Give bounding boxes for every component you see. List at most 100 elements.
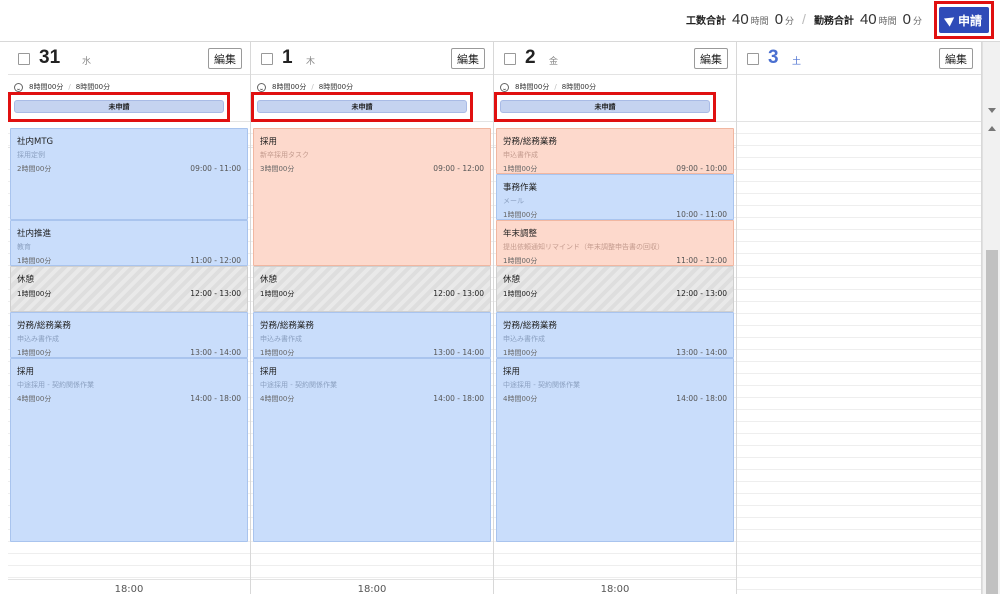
hours-unit: 時間 [878, 16, 897, 26]
status-badge[interactable]: 未申請 [14, 100, 224, 113]
event-title: 社内推進 [17, 229, 52, 239]
event-subtitle: メール [503, 197, 524, 205]
calendar-event[interactable]: 労務/総務業務 申込書作成 1時間00分 09:00 - 10:00 [496, 128, 734, 174]
day-checkbox[interactable] [261, 53, 273, 65]
event-subtitle: 申込み書作成 [17, 335, 59, 343]
day-of-week: 金 [549, 57, 559, 67]
day-times: 8時間00分 / 8時間00分 [14, 82, 110, 92]
day-header: 31 水 編集 [8, 42, 250, 75]
attend-total-minutes: 0 [902, 11, 911, 28]
day-column: 31 水 編集 8時間00分 / 8時間00分 未申請 09:00 18:00 … [8, 42, 251, 594]
smile-icon [14, 82, 23, 92]
vertical-scrollbar[interactable] [982, 42, 1000, 594]
day-summary [737, 76, 981, 122]
day-header: 1 木 編集 [251, 42, 493, 75]
event-subtitle: 申込書作成 [503, 151, 538, 159]
status-badge[interactable]: 未申請 [500, 100, 710, 113]
calendar-event[interactable]: 労務/総務業務 申込み書作成 1時間00分 13:00 - 14:00 [10, 312, 248, 358]
calendar-event[interactable]: 採用 中途採用 - 契約関係作業 4時間00分 14:00 - 18:00 [253, 358, 491, 542]
event-title: 社内MTG [17, 137, 54, 147]
calendar-event[interactable]: 年末調整 提出依頼通知リマインド（年末調整申告書の回収） 1時間00分 11:0… [496, 220, 734, 266]
hour-label: 18:00 [494, 584, 736, 594]
scrollbar-thumb[interactable] [986, 250, 998, 594]
event-title: 労務/総務業務 [17, 321, 71, 331]
event-title: 労務/総務業務 [260, 321, 314, 331]
event-title: 年末調整 [503, 229, 538, 239]
event-time-range: 14:00 - 18:00 [190, 394, 241, 403]
hour-label: 18:00 [251, 584, 493, 594]
event-duration: 1時間00分 [503, 211, 538, 219]
event-time-range: 13:00 - 14:00 [433, 348, 484, 357]
calendar-event[interactable]: 労務/総務業務 申込み書作成 1時間00分 13:00 - 14:00 [253, 312, 491, 358]
day-times: 8時間00分 / 8時間00分 [500, 82, 596, 92]
apply-button[interactable]: 申請 [939, 7, 989, 33]
time-grid[interactable] [737, 122, 981, 594]
calendar-event[interactable]: 採用 中途採用 - 契約関係作業 4時間00分 14:00 - 18:00 [10, 358, 248, 542]
day-checkbox[interactable] [504, 53, 516, 65]
smile-icon [257, 82, 266, 92]
event-duration: 1時間00分 [503, 349, 538, 357]
day-number: 2 [525, 47, 536, 68]
event-time-range: 13:00 - 14:00 [676, 348, 727, 357]
calendar-event[interactable]: 労務/総務業務 申込み書作成 1時間00分 13:00 - 14:00 [496, 312, 734, 358]
calendar-event[interactable]: 採用 中途採用 - 契約関係作業 4時間00分 14:00 - 18:00 [496, 358, 734, 542]
event-duration: 4時間00分 [503, 395, 538, 403]
scroll-up-icon[interactable] [988, 126, 996, 131]
break-event[interactable]: 休憩 1時間00分 12:00 - 13:00 [496, 266, 734, 312]
calendar-event[interactable]: 採用 新卒採用タスク 3時間00分 09:00 - 12:00 [253, 128, 491, 266]
apply-button-label: 申請 [957, 13, 982, 28]
edit-button[interactable]: 編集 [451, 48, 485, 69]
scroll-down-icon[interactable] [988, 108, 996, 113]
day-summary: 8時間00分 / 8時間00分 未申請 [251, 76, 493, 122]
event-duration: 1時間00分 [260, 349, 295, 357]
event-duration: 1時間00分 [17, 349, 52, 357]
event-title: 労務/総務業務 [503, 137, 557, 147]
times-separator: / [311, 83, 314, 91]
event-duration: 4時間00分 [260, 395, 295, 403]
event-time-range: 10:00 - 11:00 [676, 210, 727, 219]
day-of-week: 水 [82, 57, 92, 67]
edit-button[interactable]: 編集 [694, 48, 728, 69]
event-title: 休憩 [17, 275, 35, 285]
calendar-event[interactable]: 事務作業 メール 1時間00分 10:00 - 11:00 [496, 174, 734, 220]
status-highlight: 未申請 [8, 92, 230, 122]
status-highlight: 未申請 [251, 92, 473, 122]
event-subtitle: 中途採用 - 契約関係作業 [260, 381, 337, 389]
hours-unit: 時間 [750, 16, 769, 26]
event-time-range: 11:00 - 12:00 [676, 256, 727, 265]
event-time-range: 14:00 - 18:00 [433, 394, 484, 403]
day-attend-time: 8時間00分 [318, 83, 354, 91]
day-of-week: 土 [792, 57, 802, 67]
work-total-label: 工数合計 [685, 16, 726, 27]
day-checkbox[interactable] [18, 53, 30, 65]
calendar-event[interactable]: 社内MTG 採用定例 2時間00分 09:00 - 11:00 [10, 128, 248, 220]
status-badge[interactable]: 未申請 [257, 100, 467, 113]
event-title: 労務/総務業務 [503, 321, 557, 331]
edit-button[interactable]: 編集 [939, 48, 973, 69]
summary-bar: 工数合計 40 時間 0 分 / 勤務合計 40 時間 0 分 申請 [0, 0, 1000, 42]
event-time-range: 13:00 - 14:00 [190, 348, 241, 357]
day-summary: 8時間00分 / 8時間00分 未申請 [494, 76, 736, 122]
event-time-range: 09:00 - 12:00 [433, 164, 484, 173]
calendar-event[interactable]: 社内推進 教育 1時間00分 11:00 - 12:00 [10, 220, 248, 266]
event-subtitle: 新卒採用タスク [260, 151, 309, 159]
status-highlight: 未申請 [494, 92, 716, 122]
day-work-time: 8時間00分 [515, 83, 550, 91]
day-number: 3 [768, 47, 779, 68]
event-title: 休憩 [260, 275, 278, 285]
day-work-time: 8時間00分 [29, 83, 64, 91]
event-duration: 3時間00分 [260, 165, 295, 173]
day-work-time: 8時間00分 [272, 83, 307, 91]
attend-total-label: 勤務合計 [813, 16, 854, 27]
event-title: 休憩 [503, 275, 521, 285]
day-header: 3 土 編集 [737, 42, 981, 75]
event-subtitle: 中途採用 - 契約関係作業 [17, 381, 94, 389]
event-subtitle: 採用定例 [17, 151, 45, 159]
edit-button[interactable]: 編集 [208, 48, 242, 69]
break-event[interactable]: 休憩 1時間00分 12:00 - 13:00 [253, 266, 491, 312]
apply-highlight: 申請 [934, 1, 994, 39]
event-duration: 1時間00分 [503, 165, 538, 173]
break-event[interactable]: 休憩 1時間00分 12:00 - 13:00 [10, 266, 248, 312]
day-checkbox[interactable] [747, 53, 759, 65]
hour-line [8, 579, 250, 580]
